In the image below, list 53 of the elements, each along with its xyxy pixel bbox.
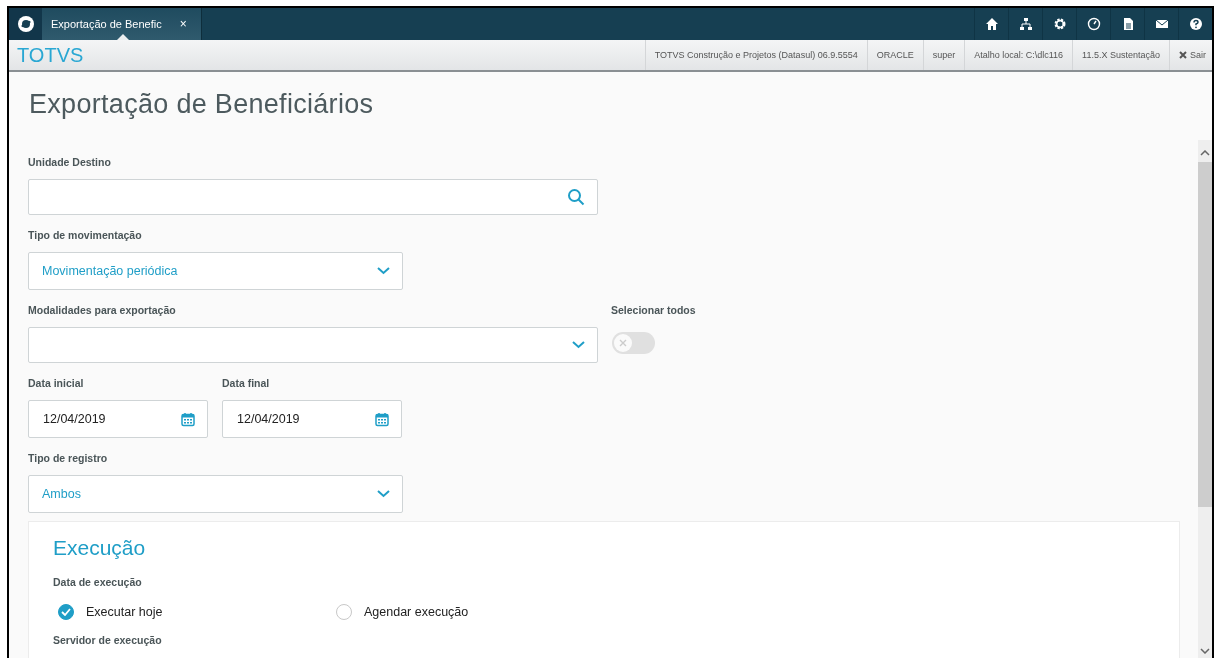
- radio-button[interactable]: [336, 604, 352, 620]
- circle-logo-icon: [16, 15, 35, 33]
- input-field[interactable]: [28, 179, 598, 215]
- input-field[interactable]: 12/04/2019: [222, 400, 402, 438]
- radio-button[interactable]: [58, 604, 74, 620]
- field-label: Tipo de registro: [28, 452, 109, 464]
- toggle-label: Selecionar todos: [611, 304, 696, 316]
- radio-label[interactable]: Agendar execução: [364, 605, 469, 619]
- sitemap-icon: [1018, 17, 1033, 31]
- settings-icon: [1052, 17, 1067, 31]
- brand-name: TOTVS: [16, 42, 84, 68]
- search-icon: [567, 188, 585, 206]
- toggle-switch[interactable]: [612, 332, 655, 354]
- tab-label[interactable]: Exportação de Benefic: [51, 18, 162, 30]
- field-label: Tipo de movimentação: [28, 229, 143, 241]
- help-icon: [1188, 17, 1203, 31]
- scroll-down-icon: [1200, 648, 1210, 654]
- chevron-down-icon: [572, 341, 585, 349]
- field-label: Data inicial: [28, 377, 85, 389]
- checkmark-icon: [61, 608, 71, 616]
- clock-icon: [1086, 17, 1101, 31]
- calendar-icon: [375, 411, 389, 427]
- scroll-thumb[interactable]: [1198, 162, 1212, 507]
- dropdown-field[interactable]: [28, 327, 598, 363]
- field-label: Data final: [222, 377, 271, 389]
- radio-label[interactable]: Executar hoje: [86, 605, 163, 619]
- tab[interactable]: Exportação de Benefic ×: [42, 8, 202, 40]
- page-title: Exportação de Beneficiários: [29, 89, 375, 120]
- logo-button[interactable]: [9, 8, 42, 40]
- field-label: Data de execução: [53, 576, 143, 588]
- home-icon: [984, 17, 999, 31]
- close-icon: [1179, 51, 1187, 59]
- logout-button[interactable]: Sair: [1169, 40, 1212, 70]
- header-info: 11.5.X Sustentação: [1072, 40, 1169, 70]
- envelope-icon: [1154, 17, 1169, 31]
- header-info: super: [922, 40, 965, 70]
- field-label: Modalidades para exportação: [28, 304, 177, 316]
- radio-option[interactable]: Agendar execução: [336, 604, 614, 620]
- chevron-down-icon: [377, 490, 390, 498]
- x-icon: [619, 339, 627, 347]
- header-info: TOTVS Construção e Projetos (Datasul) 06.9.5554: [644, 40, 867, 70]
- close-button[interactable]: ×: [179, 17, 187, 31]
- scroll-up-icon: [1200, 150, 1210, 156]
- header-info: Atalho local: C:\dlc116: [964, 40, 1073, 70]
- section-title: Execução: [53, 536, 147, 560]
- chevron-down-icon: [377, 267, 390, 275]
- input-field[interactable]: 12/04/2019: [28, 400, 208, 438]
- field-label: Servidor de execução: [53, 634, 163, 646]
- field-label: Unidade Destino: [28, 156, 112, 168]
- calendar-icon: [181, 411, 195, 427]
- radio-option[interactable]: Executar hoje: [58, 604, 336, 620]
- scrollbar[interactable]: [1198, 140, 1212, 658]
- header-info: ORACLE: [866, 40, 923, 70]
